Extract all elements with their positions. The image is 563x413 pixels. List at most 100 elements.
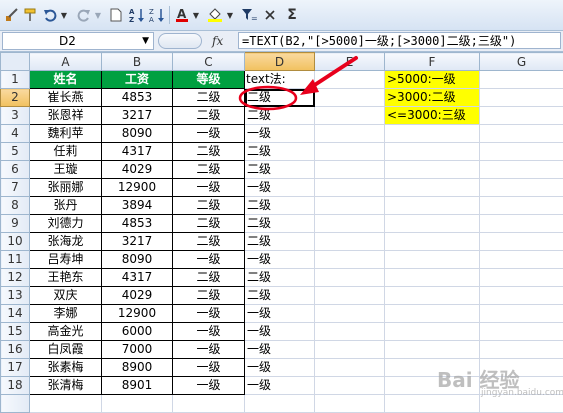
cell[interactable] [480, 233, 563, 251]
cell[interactable] [480, 197, 563, 215]
text-result-cell[interactable]: 一级 [245, 341, 315, 359]
name-cell[interactable]: 张清梅 [30, 377, 102, 395]
row-header[interactable]: 10 [1, 233, 30, 251]
text-result-cell[interactable]: 二级 [245, 107, 315, 125]
legend-cell[interactable]: >3000:二级 [385, 89, 480, 107]
cell[interactable] [385, 251, 480, 269]
cell[interactable] [315, 341, 385, 359]
name-cell[interactable]: 崔长燕 [30, 89, 102, 107]
cell[interactable] [385, 341, 480, 359]
sort-descending-icon[interactable]: ZA [148, 5, 166, 25]
cell[interactable] [315, 197, 385, 215]
cell[interactable] [30, 395, 102, 413]
name-cell[interactable]: 高金光 [30, 323, 102, 341]
select-all-corner[interactable] [1, 53, 30, 71]
name-cell[interactable]: 王艳东 [30, 269, 102, 287]
cell[interactable] [315, 305, 385, 323]
cell[interactable] [315, 287, 385, 305]
name-cell[interactable]: 张恩祥 [30, 107, 102, 125]
salary-cell[interactable]: 6000 [102, 323, 173, 341]
cell[interactable] [480, 305, 563, 323]
cell[interactable] [385, 323, 480, 341]
format-painter-icon[interactable] [22, 5, 38, 25]
grade-cell[interactable]: 二级 [173, 107, 245, 125]
cell[interactable] [480, 179, 563, 197]
row-header[interactable]: 4 [1, 125, 30, 143]
salary-cell[interactable]: 4029 [102, 287, 173, 305]
name-cell[interactable]: 双庆 [30, 287, 102, 305]
row-header[interactable]: 8 [1, 197, 30, 215]
d1-label-cell[interactable]: text法: [245, 71, 315, 89]
cell[interactable] [385, 197, 480, 215]
grade-cell[interactable]: 一级 [173, 305, 245, 323]
salary-cell[interactable]: 12900 [102, 305, 173, 323]
row-header[interactable]: 9 [1, 215, 30, 233]
row-header[interactable]: 1 [1, 71, 30, 89]
name-cell[interactable]: 任莉 [30, 143, 102, 161]
cell[interactable] [480, 341, 563, 359]
cell[interactable] [315, 71, 385, 89]
cell[interactable] [480, 107, 563, 125]
row-header[interactable]: 5 [1, 143, 30, 161]
header-grade-cell[interactable]: 等级 [173, 71, 245, 89]
salary-cell[interactable]: 12900 [102, 179, 173, 197]
column-header-a[interactable]: A [30, 53, 102, 71]
cell[interactable] [315, 323, 385, 341]
cell[interactable] [385, 269, 480, 287]
grade-cell[interactable]: 一级 [173, 341, 245, 359]
text-result-cell[interactable]: 一级 [245, 359, 315, 377]
insert-function-icon[interactable]: fx [212, 32, 236, 50]
undo-icon[interactable] [42, 5, 58, 25]
selected-cell-d2[interactable]: 二级 [245, 89, 315, 107]
text-result-cell[interactable]: 二级 [245, 215, 315, 233]
cell[interactable] [173, 395, 245, 413]
name-cell[interactable]: 魏利苹 [30, 125, 102, 143]
cell[interactable] [385, 125, 480, 143]
text-result-cell[interactable]: 二级 [245, 287, 315, 305]
salary-cell[interactable]: 4317 [102, 269, 173, 287]
grade-cell[interactable]: 二级 [173, 161, 245, 179]
grade-cell[interactable]: 二级 [173, 233, 245, 251]
name-cell[interactable]: 张丽娜 [30, 179, 102, 197]
cell[interactable] [385, 161, 480, 179]
cell[interactable] [480, 323, 563, 341]
grade-cell[interactable]: 二级 [173, 197, 245, 215]
cell[interactable] [315, 215, 385, 233]
text-result-cell[interactable]: 一级 [245, 179, 315, 197]
row-header[interactable]: 14 [1, 305, 30, 323]
column-header-g[interactable]: G [480, 53, 563, 71]
cell[interactable] [315, 395, 385, 413]
grade-cell[interactable]: 一级 [173, 359, 245, 377]
text-result-cell[interactable]: 二级 [245, 233, 315, 251]
cell[interactable] [245, 395, 315, 413]
name-cell[interactable]: 张海龙 [30, 233, 102, 251]
column-header-b[interactable]: B [102, 53, 173, 71]
cell[interactable] [480, 269, 563, 287]
cell[interactable] [315, 89, 385, 107]
cell[interactable] [385, 179, 480, 197]
cell[interactable] [385, 305, 480, 323]
text-result-cell[interactable]: 一级 [245, 305, 315, 323]
new-document-icon[interactable] [108, 5, 124, 25]
name-cell[interactable]: 张丹 [30, 197, 102, 215]
salary-cell[interactable]: 8901 [102, 377, 173, 395]
salary-cell[interactable]: 8090 [102, 125, 173, 143]
row-header[interactable]: 16 [1, 341, 30, 359]
text-result-cell[interactable]: 一级 [245, 125, 315, 143]
font-color-dropdown-icon[interactable]: ▼ [192, 5, 200, 25]
cell[interactable] [315, 161, 385, 179]
fill-color-dropdown-icon[interactable]: ▼ [226, 5, 234, 25]
text-result-cell[interactable]: 二级 [245, 143, 315, 161]
grade-cell[interactable]: 一级 [173, 125, 245, 143]
header-salary-cell[interactable]: 工资 [102, 71, 173, 89]
redo-icon[interactable] [76, 5, 92, 25]
legend-cell[interactable]: <=3000:三级 [385, 107, 480, 125]
salary-cell[interactable]: 4317 [102, 143, 173, 161]
legend-cell[interactable]: >5000:一级 [385, 71, 480, 89]
column-header-c[interactable]: C [173, 53, 245, 71]
header-name-cell[interactable]: 姓名 [30, 71, 102, 89]
salary-cell[interactable]: 4853 [102, 89, 173, 107]
grade-cell[interactable]: 一级 [173, 251, 245, 269]
text-result-cell[interactable]: 二级 [245, 269, 315, 287]
cell[interactable] [315, 125, 385, 143]
